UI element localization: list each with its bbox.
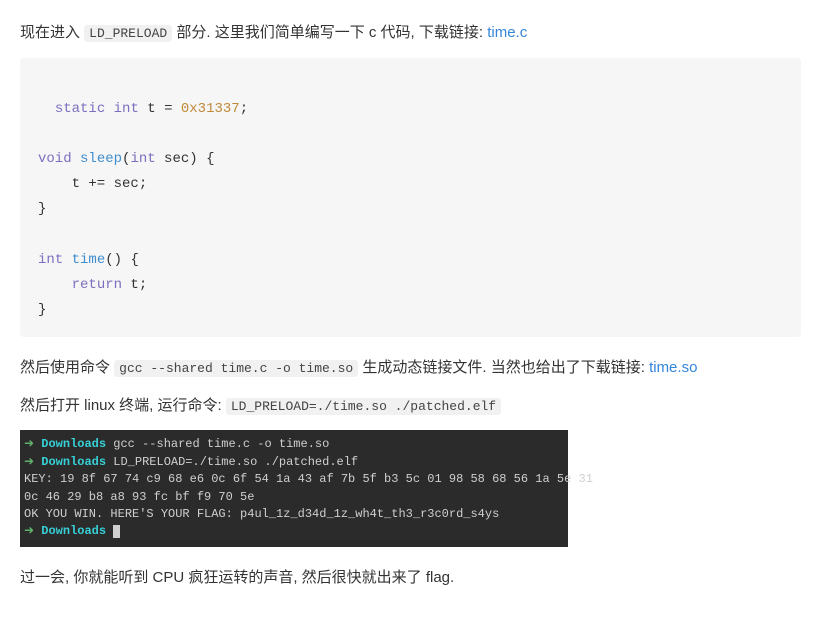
code-token: int <box>38 252 63 268</box>
paragraph-gcc: 然后使用命令 gcc --shared time.c -o time.so 生成… <box>20 355 801 381</box>
code-token: time <box>72 252 106 268</box>
text: 然后使用命令 <box>20 359 114 376</box>
code-token: t = <box>139 101 181 117</box>
code-token: int <box>114 101 139 117</box>
prompt-cwd: Downloads <box>41 455 106 469</box>
inline-code-run: LD_PRELOAD=./time.so ./patched.elf <box>226 398 501 415</box>
text: 生成动态链接文件. 当然也给出了下载链接: <box>358 359 649 376</box>
terminal-cursor <box>113 525 120 538</box>
inline-code-ldpreload: LD_PRELOAD <box>84 25 172 42</box>
code-token: ; <box>240 101 248 117</box>
copy-button[interactable] <box>771 66 793 88</box>
inline-code-gcc: gcc --shared time.c -o time.so <box>114 360 358 377</box>
terminal-line: OK YOU WIN. HERE'S YOUR FLAG: p4ul_1z_d3… <box>24 507 499 521</box>
paragraph-conclusion: 过一会, 你就能听到 CPU 疯狂运转的声音, 然后很快就出来了 flag. <box>20 565 801 591</box>
terminal-line: KEY: 19 8f 67 74 c9 68 e6 0c 6f 54 1a 43… <box>24 472 593 486</box>
text: 部分. 这里我们简单编写一下 c 代码, 下载链接: <box>172 24 487 41</box>
prompt-arrow: ➜ <box>24 437 41 451</box>
text: 然后打开 linux 终端, 运行命令: <box>20 397 226 414</box>
terminal-line: 0c 46 29 b8 a8 93 fc bf f9 70 5e <box>24 490 254 504</box>
code-token: return <box>72 277 122 293</box>
prompt-arrow: ➜ <box>24 524 41 538</box>
code-token: } <box>38 201 46 217</box>
prompt-cwd: Downloads <box>41 524 106 538</box>
code-token: t; <box>122 277 147 293</box>
code-token: sec) { <box>156 151 215 167</box>
text: 现在进入 <box>20 24 84 41</box>
terminal-line: gcc --shared time.c -o time.so <box>106 437 329 451</box>
code-token: int <box>130 151 155 167</box>
code-token: 0x31337 <box>181 101 240 117</box>
code-token: void <box>38 151 72 167</box>
prompt-arrow: ➜ <box>24 455 41 469</box>
paragraph-run: 然后打开 linux 终端, 运行命令: LD_PRELOAD=./time.s… <box>20 393 801 419</box>
terminal-line: LD_PRELOAD=./time.so ./patched.elf <box>106 455 358 469</box>
paragraph-intro: 现在进入 LD_PRELOAD 部分. 这里我们简单编写一下 c 代码, 下载链… <box>20 20 801 46</box>
copy-icon <box>749 58 801 115</box>
link-time-so[interactable]: time.so <box>649 359 697 376</box>
code-token: } <box>38 302 46 318</box>
code-block-c: static int t = 0x31337; void sleep(int s… <box>20 58 801 338</box>
prompt-cwd: Downloads <box>41 437 106 451</box>
code-token: static <box>55 101 105 117</box>
code-token: () { <box>105 252 139 268</box>
code-token: t += sec; <box>38 176 147 192</box>
terminal-output: ➜ Downloads gcc --shared time.c -o time.… <box>20 430 568 546</box>
link-time-c[interactable]: time.c <box>487 24 527 41</box>
code-token: sleep <box>80 151 122 167</box>
